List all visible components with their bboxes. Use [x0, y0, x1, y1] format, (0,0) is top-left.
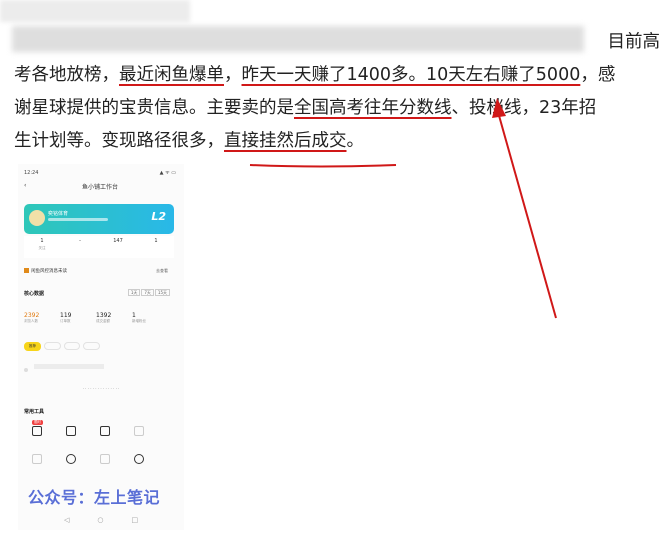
stat-value: 1 [154, 238, 158, 244]
avatar [29, 210, 45, 226]
home-nav-icon[interactable]: ○ [97, 516, 103, 524]
tool-item[interactable] [90, 454, 120, 467]
stat-cell[interactable]: 147 [100, 238, 136, 246]
tool-item[interactable] [56, 454, 86, 467]
stat-value: - [79, 238, 81, 244]
annotation-arrow-shaft [497, 111, 557, 319]
tab-15d[interactable]: 15天 [154, 289, 170, 296]
tool-item[interactable] [124, 426, 154, 439]
metric[interactable]: 2392 浏览人数 [24, 312, 54, 324]
tool-item[interactable] [56, 426, 86, 439]
tool-icon [134, 426, 144, 436]
metric-value: 2392 [24, 312, 40, 319]
chip[interactable] [63, 342, 81, 350]
chip[interactable] [83, 342, 101, 350]
metric[interactable]: 1392 成交金额 [96, 312, 126, 324]
tool-icon [32, 426, 42, 436]
status-icons: ▲ ᯤ ▭ [159, 170, 176, 176]
stat-value: 1 [40, 238, 44, 244]
status-bar: 12:24 ▲ ᯤ ▭ [24, 170, 176, 178]
back-nav-icon[interactable]: ◁ [64, 516, 69, 524]
chip[interactable] [44, 342, 61, 350]
tab-7d[interactable]: 7天 [141, 289, 154, 296]
blurred-caption: · · · · · · · · · · · · · · · [82, 386, 120, 391]
tool-icon [32, 454, 42, 464]
tool-item[interactable] [22, 454, 52, 467]
blurred-input[interactable] [34, 364, 104, 369]
metric-value: 1 [132, 312, 136, 319]
stat-cell[interactable]: - [62, 238, 98, 246]
android-nav-bar: ◁ ○ □ [18, 516, 184, 526]
extra-underline-stroke [249, 164, 397, 168]
metric-label: 新增粉丝 [132, 319, 146, 323]
tool-item[interactable] [90, 426, 120, 439]
tool-icon [66, 454, 76, 464]
tab-1d[interactable]: 1天 [127, 289, 141, 296]
range-tabs: 1天 7天 15天 [127, 289, 170, 296]
notice-button[interactable]: 去查看 [156, 268, 168, 274]
metric-label: 订单数 [60, 319, 71, 323]
notice-text: 闲鱼风控消息未读 [31, 269, 67, 274]
metric-label: 浏览人数 [24, 319, 38, 323]
phone-screenshot: 12:24 ▲ ᯤ ▭ 鱼小铺工作台 ‹ 奕铭体育 L2 1 关注 - 147 … [18, 164, 184, 530]
tool-icon [100, 426, 110, 436]
metric-value: 119 [60, 312, 72, 319]
level-badge: L2 [151, 210, 166, 223]
metric-value: 1392 [96, 312, 112, 319]
core-data-section: 核心数据 1天 7天 15天 2392 浏览人数 119 订单数 1392 成交金额… [24, 289, 174, 340]
tool-badge: 限时 [32, 420, 43, 425]
notice-icon [24, 268, 29, 273]
watermark: 公众号：左上笔记 [28, 488, 161, 507]
tool-item[interactable] [124, 454, 154, 467]
stat-value: 147 [113, 238, 123, 244]
filter-chips: 推荐 [24, 342, 174, 352]
stats-row: 1 关注 - 147 1 [24, 236, 174, 258]
bullet-dot [24, 368, 28, 372]
metric[interactable]: 119 订单数 [60, 312, 90, 324]
recents-nav-icon[interactable]: □ [131, 516, 138, 524]
metric[interactable]: 1 新增粉丝 [132, 312, 162, 324]
tools-heading: 常用工具 [24, 409, 45, 415]
shop-level-card[interactable]: 奕铭体育 L2 [24, 204, 174, 234]
stat-cell[interactable]: 1 [138, 238, 174, 246]
stat-label: 关注 [38, 246, 46, 250]
shop-name: 奕铭体育 [48, 211, 69, 217]
level-progress-bar [48, 218, 108, 221]
status-time: 12:24 [24, 170, 39, 176]
tool-icon [66, 426, 76, 436]
annotation-arrow-head [492, 98, 506, 118]
notice-bar[interactable]: 闲鱼风控消息未读 去查看 [24, 268, 174, 278]
chip-recommend[interactable]: 推荐 [24, 342, 41, 351]
stat-cell[interactable]: 1 关注 [24, 238, 60, 251]
tool-item[interactable] [22, 426, 52, 439]
tool-icon [134, 454, 144, 464]
metric-label: 成交金额 [96, 319, 110, 323]
page-title: 鱼小铺工作台 [81, 184, 118, 191]
top-nav: 鱼小铺工作台 ‹ [24, 182, 176, 192]
back-icon[interactable]: ‹ [24, 182, 26, 189]
tool-icon [100, 454, 110, 464]
